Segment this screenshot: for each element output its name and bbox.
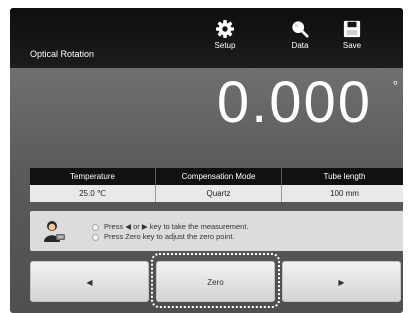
left-arrow-icon: ◀ — [86, 278, 93, 287]
message-text-2: Press Zero key to adjust the zero point. — [104, 232, 235, 241]
bullet-icon — [92, 233, 99, 241]
instrument-screen: Optical Rotation Setup Data Save 0.000 °… — [10, 8, 403, 313]
magnifier-icon — [292, 21, 309, 38]
message-line-1: Press ◀ or ▶ key to take the measurement… — [92, 222, 249, 231]
setup-label: Setup — [214, 41, 236, 50]
save-label: Save — [342, 41, 362, 50]
tube-length-value[interactable]: 100 mm — [281, 185, 403, 202]
focus-highlight — [151, 253, 280, 308]
left-arrow-button[interactable]: ◀ — [30, 261, 149, 302]
data-button[interactable]: Data — [278, 20, 322, 50]
parameter-value-row: 25.0 ℃ Quartz 100 mm — [30, 185, 403, 202]
guidance-message: Press ◀ or ▶ key to take the measurement… — [30, 211, 403, 251]
rotation-reading: 0.000 — [216, 70, 372, 135]
save-button[interactable]: Save — [330, 20, 374, 50]
message-text-1: Press ◀ or ▶ key to take the measurement… — [104, 222, 249, 231]
parameter-header-row: Temperature Compensation Mode Tube lengt… — [30, 168, 403, 185]
right-arrow-button[interactable]: ▶ — [282, 261, 401, 302]
gear-icon — [216, 20, 234, 38]
right-arrow-icon: ▶ — [338, 278, 345, 287]
top-bar: Optical Rotation Setup Data Save — [10, 8, 403, 68]
operator-icon — [44, 221, 65, 242]
data-label: Data — [291, 41, 309, 50]
tube-length-header: Tube length — [281, 168, 403, 185]
bullet-icon — [92, 223, 99, 231]
compensation-mode-value[interactable]: Quartz — [155, 185, 281, 202]
temperature-value[interactable]: 25.0 ℃ — [30, 185, 155, 202]
compensation-mode-header: Compensation Mode — [155, 168, 281, 185]
parameter-table: Temperature Compensation Mode Tube lengt… — [30, 168, 403, 202]
degree-unit: ° — [392, 78, 398, 93]
floppy-disk-icon — [343, 20, 361, 38]
message-line-2: Press Zero key to adjust the zero point. — [92, 232, 234, 241]
setup-button[interactable]: Setup — [203, 20, 247, 50]
page-title: Optical Rotation — [30, 49, 95, 59]
temperature-header: Temperature — [30, 168, 155, 185]
